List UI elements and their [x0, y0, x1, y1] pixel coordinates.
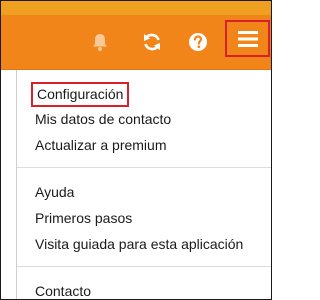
menu-item-mis-datos-de-contacto[interactable]: Mis datos de contacto [35, 110, 171, 128]
bell-icon[interactable] [85, 15, 115, 69]
menu-separator [17, 167, 271, 168]
help-icon[interactable] [183, 15, 213, 69]
menu-separator [17, 266, 271, 267]
menu-item-actualizar-a-premium[interactable]: Actualizar a premium [35, 136, 167, 154]
menu-item-configuracion[interactable]: Configuración [31, 82, 130, 107]
refresh-icon[interactable] [137, 15, 167, 69]
menu-item-primeros-pasos[interactable]: Primeros pasos [35, 209, 132, 227]
menu-item-ayuda[interactable]: Ayuda [35, 183, 74, 201]
hamburger-menu-icon [237, 30, 258, 48]
menu-item-visita-guiada[interactable]: Visita guiada para esta aplicación [35, 235, 243, 253]
hamburger-menu-button[interactable] [225, 20, 270, 57]
settings-dropdown-menu: Configuración Mis datos de contacto Actu… [16, 70, 271, 299]
top-strip [1, 1, 271, 15]
app-window: Configuración Mis datos de contacto Actu… [0, 0, 272, 300]
menu-item-contacto[interactable]: Contacto [35, 282, 91, 299]
